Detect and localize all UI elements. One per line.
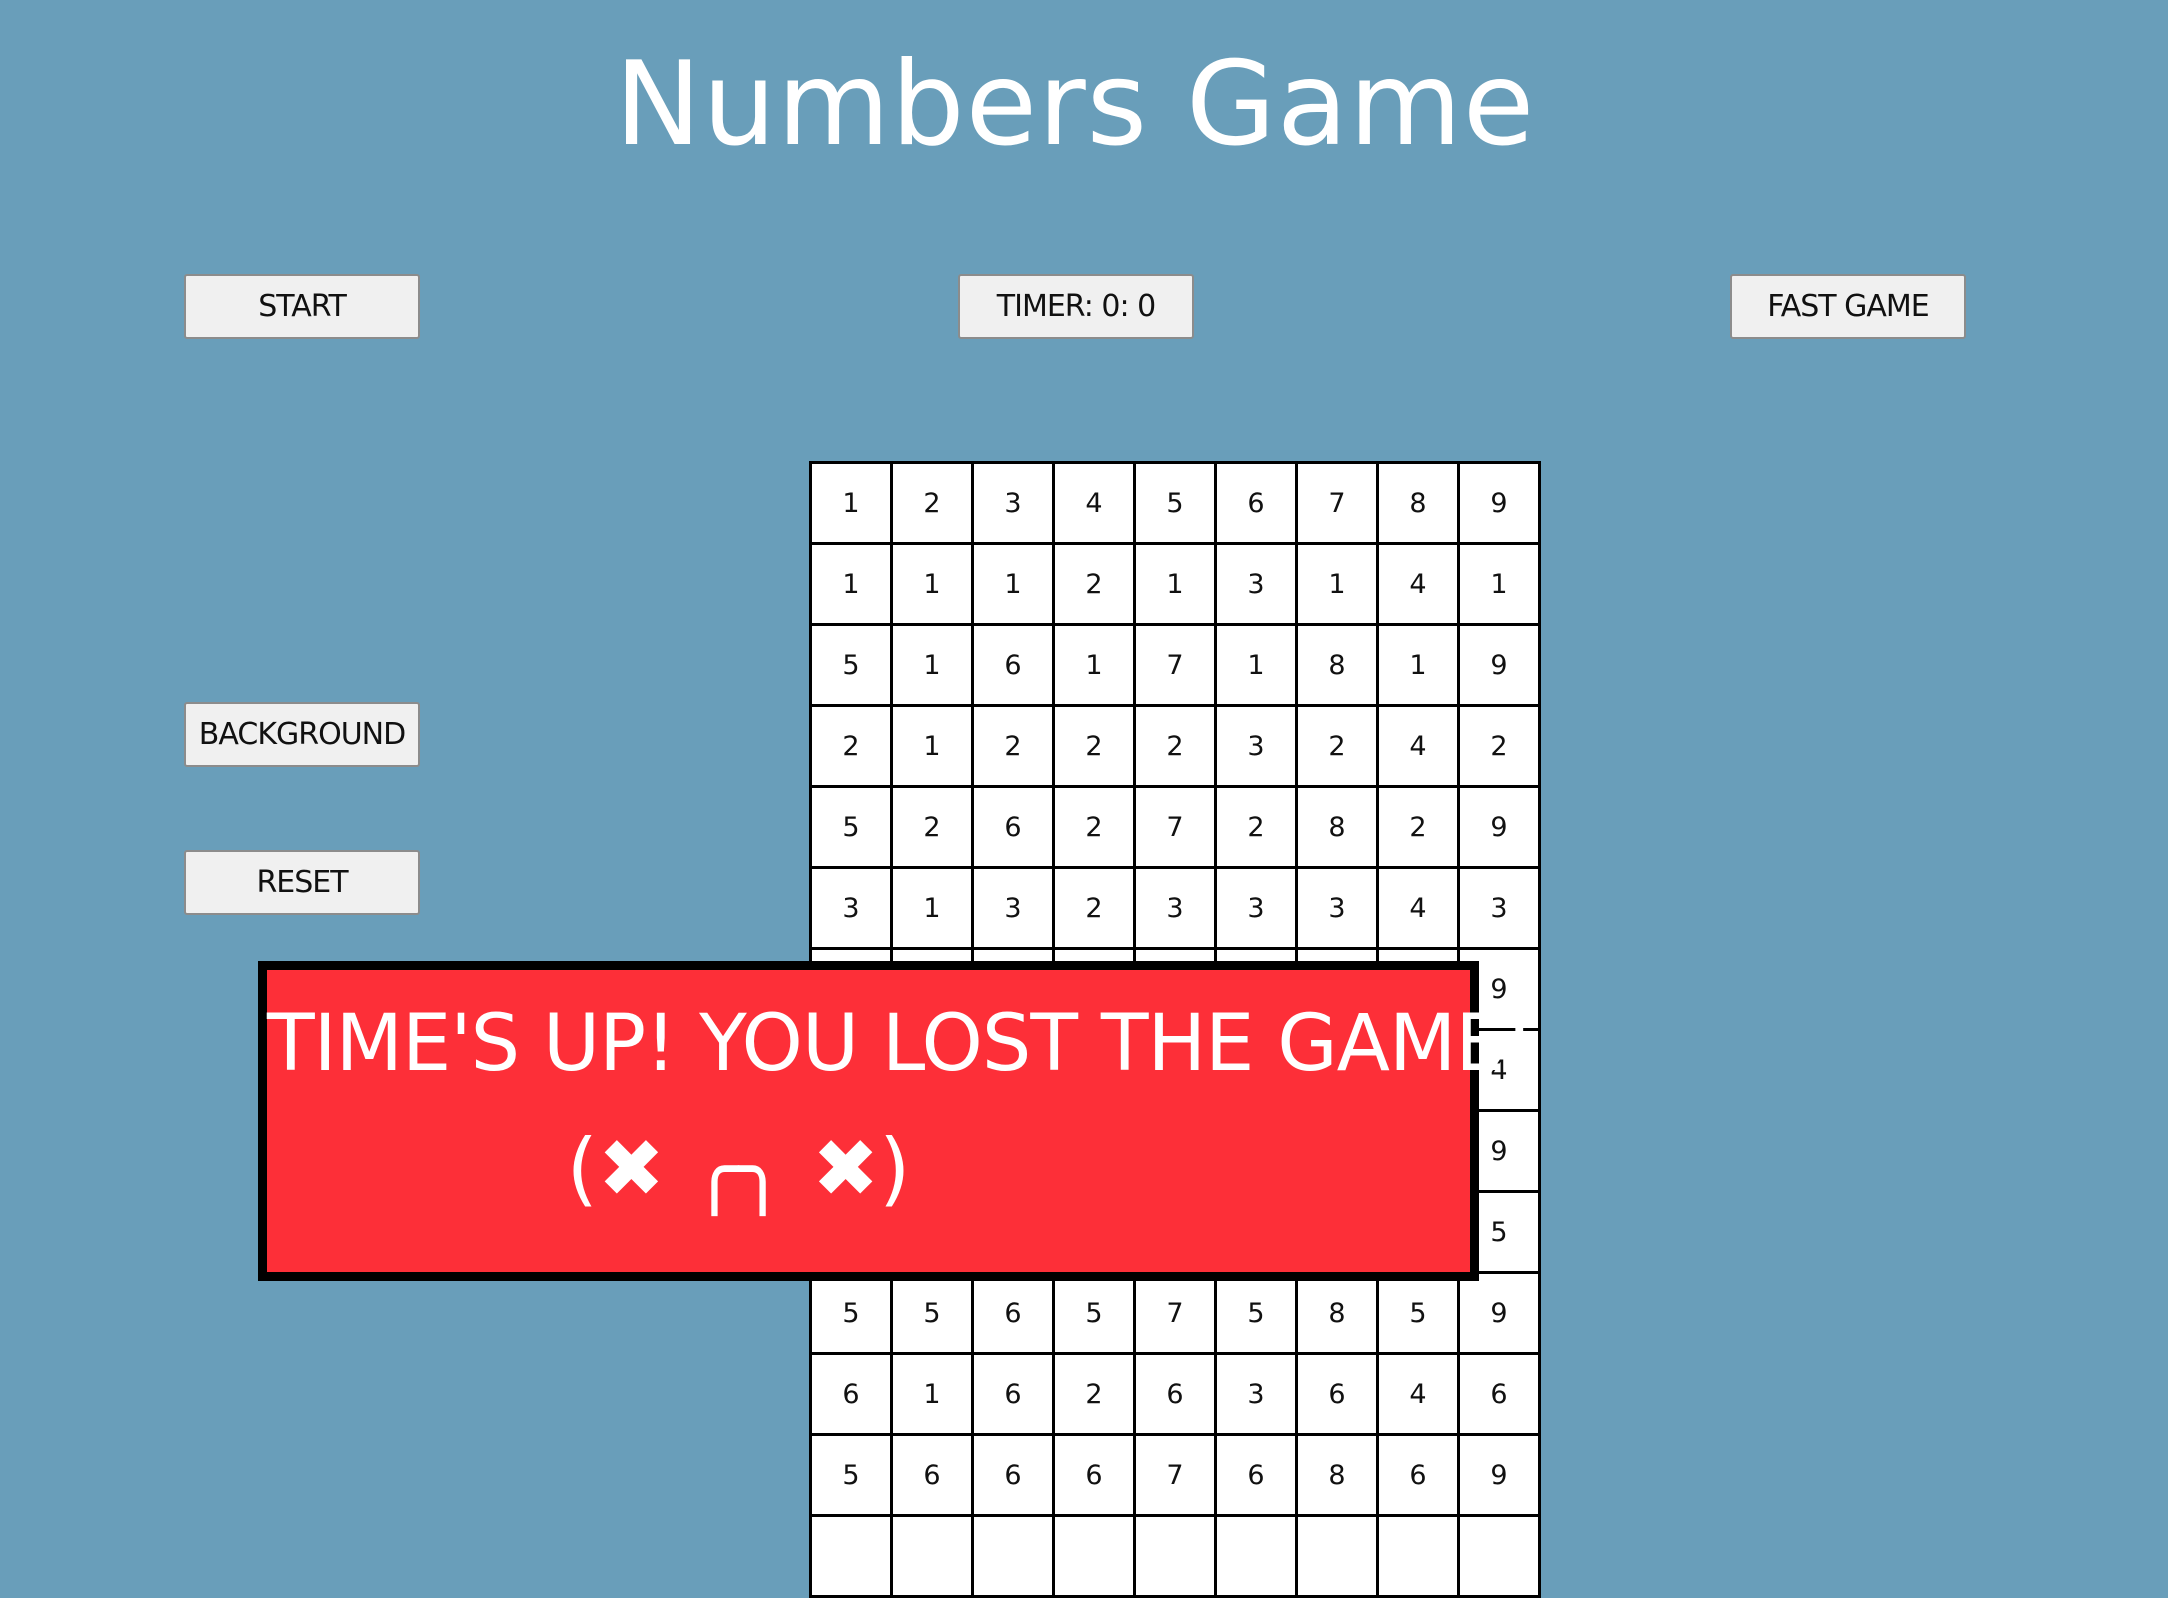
grid-cell[interactable]: 5 — [1376, 1271, 1460, 1355]
grid-cell[interactable]: 8 — [1295, 623, 1379, 707]
grid-cell[interactable]: 1 — [1133, 542, 1217, 626]
grid-cell[interactable]: 7 — [1133, 1271, 1217, 1355]
grid-cell[interactable]: 3 — [1133, 866, 1217, 950]
reset-button[interactable]: RESET — [184, 850, 420, 915]
grid-cell[interactable]: 1 — [890, 542, 974, 626]
grid-cell[interactable]: 5 — [809, 1271, 893, 1355]
grid-cell[interactable]: 1 — [890, 866, 974, 950]
grid-cell[interactable]: 9 — [1457, 623, 1541, 707]
sad-face-emoticon: (✖ ╭╮ ✖) — [566, 1122, 911, 1215]
grid-cell[interactable]: 1 — [890, 1352, 974, 1436]
grid-cell[interactable]: 2 — [890, 461, 974, 545]
grid-cell[interactable]: 6 — [1457, 1352, 1541, 1436]
start-button[interactable]: Start — [184, 274, 420, 339]
grid-cell[interactable]: 4 — [1376, 704, 1460, 788]
grid-cell[interactable]: 2 — [1457, 704, 1541, 788]
grid-cell[interactable]: 3 — [1214, 704, 1298, 788]
grid-cell[interactable]: 6 — [1214, 461, 1298, 545]
grid-cell[interactable]: 2 — [1133, 704, 1217, 788]
background-button[interactable]: BACKGROUND — [184, 702, 420, 767]
grid-row: 111213141 — [809, 542, 1541, 626]
grid-row: 556575859 — [809, 1271, 1541, 1355]
fast-game-button[interactable]: FAST GAME — [1730, 274, 1966, 339]
grid-cell[interactable]: 6 — [971, 1271, 1055, 1355]
grid-row: 516171819 — [809, 623, 1541, 707]
grid-cell[interactable]: 2 — [1052, 542, 1136, 626]
grid-cell[interactable]: 6 — [809, 1352, 893, 1436]
grid-cell[interactable]: 3 — [1214, 866, 1298, 950]
grid-cell[interactable]: 3 — [1295, 866, 1379, 950]
grid-cell[interactable]: 1 — [809, 542, 893, 626]
grid-cell[interactable]: 6 — [1052, 1433, 1136, 1517]
grid-cell[interactable]: 2 — [809, 704, 893, 788]
grid-cell[interactable]: 8 — [1295, 1433, 1379, 1517]
grid-cell[interactable]: 7 — [1295, 461, 1379, 545]
grid-cell[interactable]: 7 — [1133, 623, 1217, 707]
grid-cell[interactable]: 2 — [971, 704, 1055, 788]
grid-cell[interactable]: 8 — [1376, 461, 1460, 545]
grid-cell[interactable]: 2 — [890, 785, 974, 869]
grid-cell[interactable]: 1 — [809, 461, 893, 545]
grid-cell[interactable]: 5 — [809, 623, 893, 707]
grid-cell[interactable]: 3 — [1214, 1352, 1298, 1436]
grid-cell[interactable]: 6 — [890, 1433, 974, 1517]
grid-cell[interactable]: 6 — [1133, 1352, 1217, 1436]
grid-cell[interactable]: 1 — [1214, 623, 1298, 707]
grid-cell[interactable]: 6 — [971, 785, 1055, 869]
grid-cell[interactable]: 2 — [1052, 785, 1136, 869]
grid-row: 313233343 — [809, 866, 1541, 950]
grid-cell[interactable]: 6 — [971, 1433, 1055, 1517]
grid-cell[interactable]: 6 — [971, 623, 1055, 707]
grid-cell[interactable]: 5 — [1214, 1271, 1298, 1355]
grid-cell[interactable]: 6 — [1214, 1433, 1298, 1517]
grid-cell[interactable]: 2 — [1376, 785, 1460, 869]
grid-cell[interactable]: 9 — [1457, 461, 1541, 545]
grid-cell[interactable]: 2 — [1052, 704, 1136, 788]
game-over-banner: Time's up! You lost the game! (✖ ╭╮ ✖) — [258, 961, 1535, 1281]
grid-cell[interactable]: 3 — [809, 866, 893, 950]
grid-cell[interactable]: 3 — [971, 866, 1055, 950]
grid-cell[interactable]: 9 — [1457, 1271, 1541, 1355]
grid-cell[interactable]: 2 — [1052, 866, 1136, 950]
game-over-message: Time's up! You lost the game! — [267, 999, 1535, 1089]
grid-cell[interactable]: 5 — [1133, 461, 1217, 545]
grid-cell[interactable]: 4 — [1376, 1352, 1460, 1436]
grid-cell[interactable]: 2 — [1295, 704, 1379, 788]
grid-cell[interactable]: 8 — [1295, 1271, 1379, 1355]
grid-cell[interactable]: 4 — [1376, 866, 1460, 950]
grid-cell[interactable]: 6 — [1376, 1433, 1460, 1517]
grid-cell[interactable]: 4 — [1376, 542, 1460, 626]
grid-cell[interactable]: 1 — [1052, 623, 1136, 707]
grid-cell[interactable]: 6 — [971, 1352, 1055, 1436]
grid-row: 526272829 — [809, 785, 1541, 869]
grid-cell[interactable]: 5 — [809, 785, 893, 869]
grid-cell[interactable]: 1 — [890, 623, 974, 707]
grid-row: 212223242 — [809, 704, 1541, 788]
grid-cell[interactable]: 1 — [971, 542, 1055, 626]
grid-cell[interactable]: 5 — [890, 1271, 974, 1355]
grid-row: 616263646 — [809, 1352, 1541, 1436]
grid-cell[interactable]: 2 — [1214, 785, 1298, 869]
grid-cell[interactable]: 8 — [1295, 785, 1379, 869]
grid-cell[interactable]: 1 — [1457, 542, 1541, 626]
grid-cell[interactable]: 3 — [1214, 542, 1298, 626]
grid-cell[interactable]: 1 — [890, 704, 974, 788]
grid-cell[interactable]: 7 — [1133, 785, 1217, 869]
grid-cell[interactable]: 5 — [809, 1433, 893, 1517]
game-title: Numbers Game — [614, 37, 1536, 172]
grid-cell[interactable]: 9 — [1457, 1433, 1541, 1517]
grid-cell[interactable]: 4 — [1052, 461, 1136, 545]
grid-cell[interactable]: 1 — [1376, 623, 1460, 707]
grid-cell[interactable]: 3 — [1457, 866, 1541, 950]
grid-cell[interactable]: 7 — [1133, 1433, 1217, 1517]
grid-cell[interactable]: 5 — [1052, 1271, 1136, 1355]
grid-cell[interactable]: 9 — [1457, 785, 1541, 869]
grid-row: 123456789 — [809, 461, 1541, 545]
grid-cell[interactable]: 2 — [1052, 1352, 1136, 1436]
grid-cell[interactable]: 6 — [1295, 1352, 1379, 1436]
grid-row: 566676869 — [809, 1433, 1541, 1517]
grid-cell[interactable]: 3 — [971, 461, 1055, 545]
grid-cell[interactable]: 1 — [1295, 542, 1379, 626]
timer-button[interactable]: TIMER: 0: 0 — [958, 274, 1194, 339]
